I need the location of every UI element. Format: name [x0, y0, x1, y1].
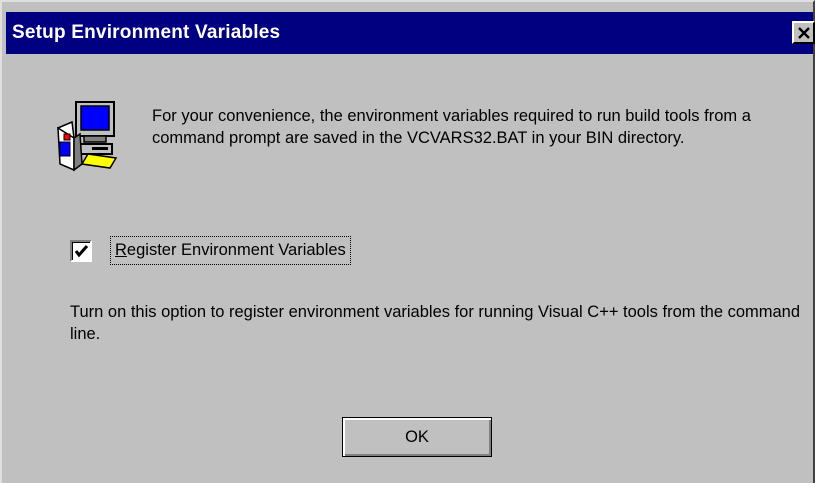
help-text: Turn on this option to register environm…: [70, 303, 801, 343]
close-icon: [798, 27, 810, 39]
setup-environment-dialog: Setup Environment Variables For your con…: [0, 0, 815, 483]
register-env-label[interactable]: Register Environment Variables: [110, 236, 351, 265]
checkmark-icon: [74, 245, 89, 258]
close-button[interactable]: [792, 21, 815, 44]
mnemonic-letter: R: [115, 241, 127, 259]
dialog-title: Setup Environment Variables: [12, 22, 281, 43]
ok-button[interactable]: OK: [342, 417, 492, 457]
title-bar[interactable]: Setup Environment Variables: [6, 12, 815, 54]
ok-label: OK: [405, 427, 429, 446]
intro-text: For your convenience, the environment va…: [152, 107, 751, 147]
computer-setup-icon: [57, 101, 118, 172]
register-env-checkbox[interactable]: [70, 240, 92, 262]
label-rest: egister Environment Variables: [126, 241, 346, 259]
